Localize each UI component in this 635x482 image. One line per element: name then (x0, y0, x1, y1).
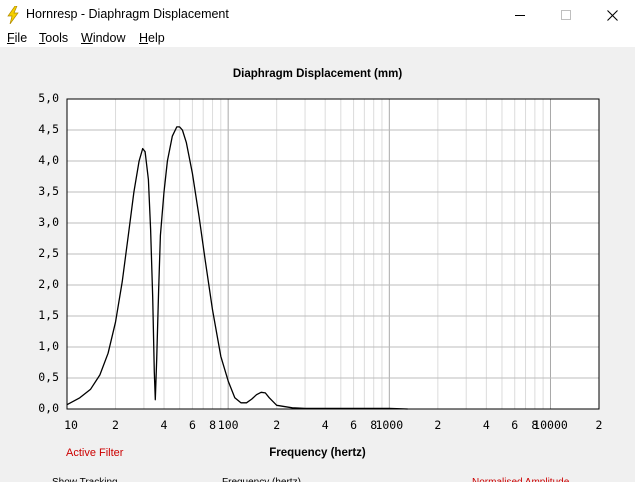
y-tick-label: 0,5 (38, 370, 59, 384)
x-tick-label: 2 (273, 418, 281, 432)
x-tick-label: 8 (209, 418, 216, 432)
y-tick-label: 1,0 (38, 339, 59, 353)
x-tick-label: 100 (217, 418, 239, 432)
x-tick-label: 6 (188, 418, 196, 432)
y-tick-label: 0,0 (38, 401, 59, 415)
y-tick-label: 2,0 (38, 277, 59, 291)
x-tick-label: 2 (434, 418, 442, 432)
x-tick-label: 4 (482, 418, 490, 432)
x-tick-label: 10 (64, 418, 78, 432)
x-tick-label: 1000 (375, 418, 404, 432)
x-tick-label: 2 (595, 418, 603, 432)
show-tracking-label[interactable]: Show Tracking (52, 475, 118, 482)
x-tick-label: 6 (350, 418, 358, 432)
y-tick-label: 1,5 (38, 308, 59, 322)
y-tick-label: 4,0 (38, 153, 59, 167)
displacement-chart (66, 98, 600, 410)
frequency-readout-label: Frequency (hertz) (222, 475, 301, 482)
x-tick-label: 6 (511, 418, 519, 432)
x-tick-label: 10000 (533, 418, 568, 432)
x-tick-label: 4 (160, 418, 168, 432)
y-tick-label: 2,5 (38, 246, 59, 260)
y-tick-label: 5,0 (38, 91, 59, 105)
y-tick-label: 4,5 (38, 122, 59, 136)
normalised-amplitude-label[interactable]: Normalised Amplitude (472, 475, 569, 482)
y-tick-label: 3,0 (38, 215, 59, 229)
x-tick-label: 4 (321, 418, 329, 432)
y-tick-label: 3,5 (38, 184, 59, 198)
active-filter-label[interactable]: Active Filter (66, 447, 123, 459)
x-tick-label: 2 (112, 418, 119, 432)
